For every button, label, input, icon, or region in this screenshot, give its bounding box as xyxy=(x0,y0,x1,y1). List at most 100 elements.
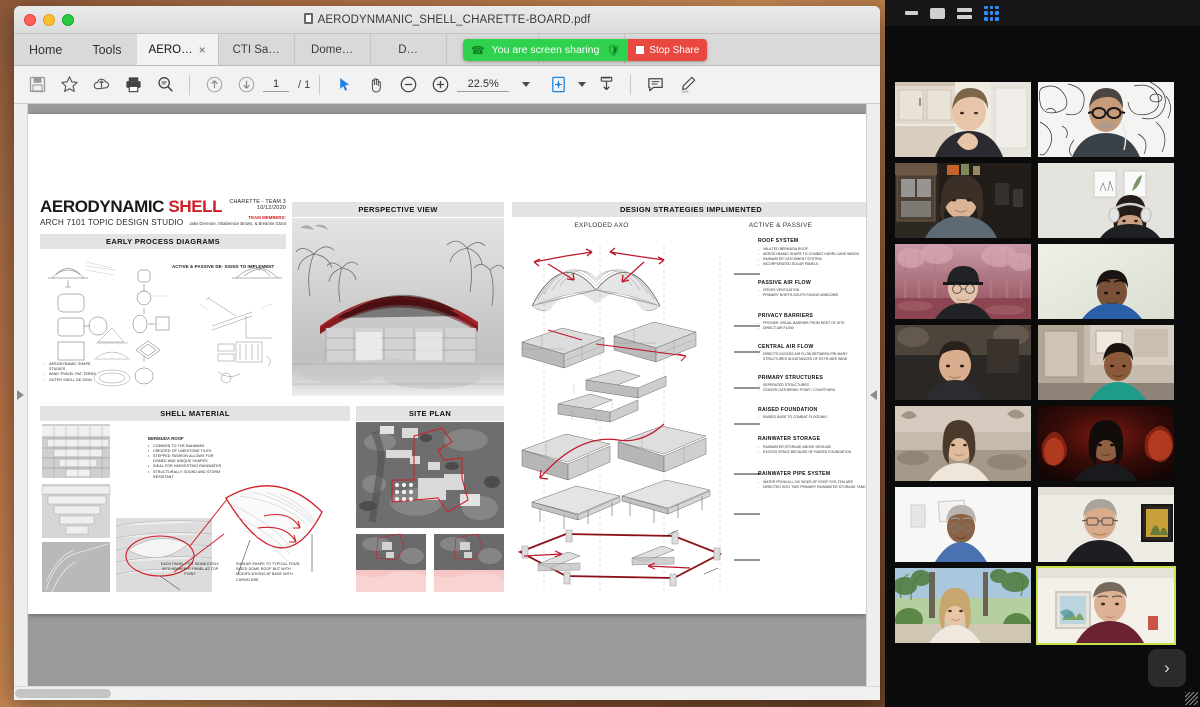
participant-tile[interactable] xyxy=(1038,244,1174,319)
strategy-bullet: WATER FROM ALL SIX SIDES OF ROOF SYS-TEM… xyxy=(758,480,866,491)
scrollbar-thumb[interactable] xyxy=(15,689,111,698)
chevron-down-icon[interactable] xyxy=(511,71,541,99)
close-button[interactable] xyxy=(24,13,36,26)
participant-tile[interactable] xyxy=(895,244,1031,319)
participant-tile[interactable] xyxy=(895,487,1031,562)
strategy-heading: PRIVACY BARRIERS xyxy=(758,312,814,319)
zoom-in-icon[interactable] xyxy=(425,71,455,99)
single-view-button[interactable] xyxy=(930,7,945,19)
strategy-rainwater-pipe-system: RAINWATER PIPE SYSTEM WATER FROM ALL SIX… xyxy=(758,471,866,490)
axo-leader-lines xyxy=(646,234,760,596)
subheader-active-passive: ACTIVE & PASSIVE xyxy=(748,222,813,229)
previous-page-icon[interactable] xyxy=(199,71,229,99)
bermuda-bullet: STRUCTURALLY SOUND AND STORM RESISTANT xyxy=(153,469,221,479)
grid-view-icon xyxy=(984,5,999,21)
tab-label: Dome… xyxy=(311,43,354,56)
toolbar-divider-3 xyxy=(630,74,632,95)
horizontal-scrollbar[interactable] xyxy=(14,686,880,700)
participant-tile[interactable] xyxy=(895,406,1031,481)
minimize-button[interactable] xyxy=(43,13,55,26)
screen: AERODYNMANIC_SHELL_CHARETTE-BOARD.pdf Ho… xyxy=(0,0,1200,707)
left-panel-toggle[interactable] xyxy=(14,104,28,686)
print-icon[interactable] xyxy=(118,71,148,99)
early-process-bullets: - AERODYNAMIC SHAPE STUDIES - WIND TRAVEL … xyxy=(44,362,96,382)
bermuda-roof-heading: BERMUDA ROOF xyxy=(148,436,184,441)
star-icon[interactable] xyxy=(54,71,84,99)
next-page-icon[interactable] xyxy=(231,71,261,99)
stop-square-icon xyxy=(636,46,645,54)
participant-grid xyxy=(895,82,1190,649)
minimize-view-button[interactable] xyxy=(905,11,918,15)
download-icon[interactable] xyxy=(591,71,621,99)
stop-share-label: Stop Share xyxy=(649,44,700,56)
window-title: AERODYNMANIC_SHELL_CHARETTE-BOARD.pdf xyxy=(14,13,880,26)
participant-row xyxy=(895,566,1190,645)
resize-grip[interactable] xyxy=(1185,692,1198,705)
tab-d[interactable]: D… xyxy=(370,34,447,65)
page-fit-icon[interactable] xyxy=(543,71,573,99)
menu-item-home[interactable]: Home xyxy=(14,34,77,65)
pdf-viewport: AERODYNAMIC SHELL ARCH 7101 TOPIC DESIGN… xyxy=(14,104,880,700)
bermuda-bullet: STEPPED FASHION ALLOWS FOR DOMED AND UNI… xyxy=(153,454,214,464)
chevron-down-icon-2[interactable] xyxy=(575,71,589,99)
search-icon[interactable] xyxy=(150,71,180,99)
participant-tile[interactable] xyxy=(1038,406,1174,481)
save-icon[interactable] xyxy=(22,71,52,99)
site-plan-svg xyxy=(356,422,504,592)
split-view-button[interactable] xyxy=(957,7,972,19)
maximize-button[interactable] xyxy=(62,13,74,26)
upload-cloud-icon[interactable] xyxy=(86,71,116,99)
participant-row xyxy=(895,406,1190,481)
section-header-early-process: EARLY PROCESS DIAGRAMS xyxy=(40,234,286,249)
participant-tile[interactable] xyxy=(1038,487,1174,562)
participant-tile[interactable] xyxy=(1038,325,1174,400)
strategy-central-air-flow: CENTRAL AIR FLOW DIRECTS EXCESS AIR FLOW… xyxy=(758,344,866,363)
pdf-page-area[interactable]: AERODYNAMIC SHELL ARCH 7101 TOPIC DESIGN… xyxy=(28,104,866,686)
design-strategies-list: ROOF SYSTEM VAULTED BERMUDA ROOF AERODYN… xyxy=(758,238,866,499)
comment-icon[interactable] xyxy=(640,71,670,99)
zoom-level-value[interactable]: 22.5% xyxy=(457,78,510,92)
section-header-perspective: PERSPECTIVE VIEW xyxy=(292,202,504,217)
board-title-block: AERODYNAMIC SHELL ARCH 7101 TOPIC DESIGN… xyxy=(40,198,286,227)
zoom-meeting-panel: › xyxy=(885,0,1200,707)
participant-video xyxy=(895,82,1031,157)
participant-video xyxy=(895,406,1031,481)
participant-tile[interactable] xyxy=(895,325,1031,400)
toolbar-divider xyxy=(189,74,190,95)
tab-aerodynamic-shell[interactable]: AERO… × xyxy=(136,34,219,65)
participant-tile[interactable] xyxy=(895,568,1031,643)
next-page-button[interactable]: › xyxy=(1148,649,1186,687)
hand-tool-icon[interactable] xyxy=(361,71,391,99)
highlighter-icon[interactable] xyxy=(672,71,702,99)
window-controls[interactable] xyxy=(14,13,74,26)
tab-dome[interactable]: Dome… xyxy=(294,34,371,65)
section-header-strategies: DESIGN STRATEGIES IMPLIMENTED xyxy=(512,202,866,217)
participant-row xyxy=(895,487,1190,562)
tab-cti-sa[interactable]: CTI Sa… xyxy=(218,34,295,65)
menu-item-tools[interactable]: Tools xyxy=(77,34,136,65)
right-panel-toggle[interactable] xyxy=(866,104,880,686)
strategy-heading: RAISED FOUNDATION xyxy=(758,406,818,413)
zoom-out-icon[interactable] xyxy=(393,71,423,99)
pdf-page: AERODYNAMIC SHELL ARCH 7101 TOPIC DESIGN… xyxy=(28,114,866,614)
participant-tile[interactable] xyxy=(895,82,1031,157)
bermuda-bullet: CREATED OF LIMESTONE TILES xyxy=(153,448,212,453)
gallery-view-button[interactable] xyxy=(984,5,999,21)
early-process-callout: ACTIVE & PASSIVE DE- SIGNS TO IMPLEMENT xyxy=(172,264,275,269)
stop-share-button[interactable]: Stop Share xyxy=(628,39,708,61)
close-icon[interactable]: × xyxy=(199,43,206,57)
strategy-heading: CENTRAL AIR FLOW xyxy=(758,343,814,350)
participant-video xyxy=(1038,568,1174,643)
participant-video xyxy=(895,487,1031,562)
participant-tile[interactable] xyxy=(1038,82,1174,157)
leader-lines-svg xyxy=(646,273,760,561)
participant-tile-active-speaker[interactable] xyxy=(1036,566,1176,645)
perspective-render xyxy=(292,218,504,396)
page-number-input[interactable]: 1 xyxy=(263,78,289,92)
select-cursor-icon[interactable] xyxy=(329,71,359,99)
bermuda-bullet: IDEAL FOR HARVESTING RAINWATER xyxy=(153,464,222,469)
strategy-rainwater-storage: RAINWATER STORAGE RAINWATER STORAGE ABOV… xyxy=(758,436,866,455)
participant-tile[interactable] xyxy=(1038,163,1174,238)
participant-tile[interactable] xyxy=(895,163,1031,238)
strategy-passive-air-flow: PASSIVE AIR FLOW CROSS VENTILATION PRIMA… xyxy=(758,280,866,299)
